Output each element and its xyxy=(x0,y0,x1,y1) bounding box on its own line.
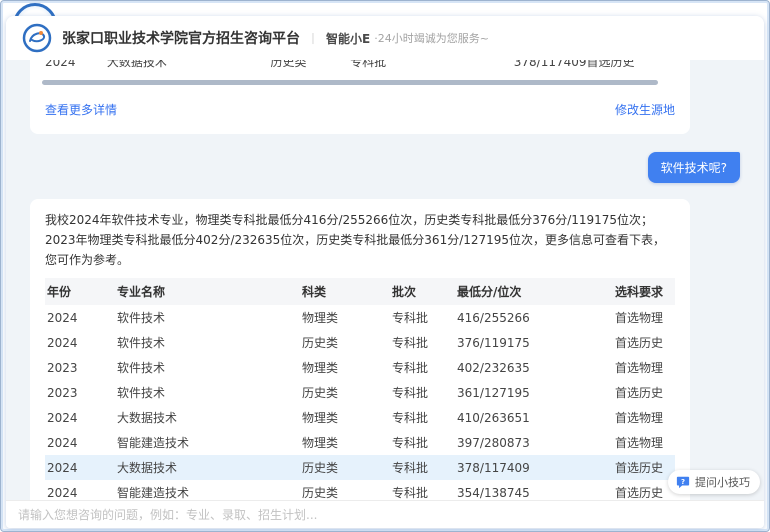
cell-requirement: 首选物理 xyxy=(613,305,675,330)
question-tips-button[interactable]: ? 提问小技巧 xyxy=(668,470,760,494)
cell-score: 410/263651 xyxy=(455,405,613,430)
cell-category: 历史类 xyxy=(300,455,390,480)
cell-batch: 专科批 xyxy=(390,480,455,500)
page-emblem-partial xyxy=(13,3,59,17)
bot-message-card: 我校2024年软件技术专业，物理类专科批最低分416分/255266位次，历史类… xyxy=(30,199,690,500)
admission-score-table: 年份 专业名称 科类 批次 最低分/位次 选科要求 2024 软件技术 物理类 … xyxy=(45,278,675,500)
cell-requirement: 首选历史 xyxy=(613,455,675,480)
previous-message-card: 2024 大数据技术 历史类 专科批 378/117409 首选历史 查看更多详… xyxy=(30,60,690,134)
question-tips-label: 提问小技巧 xyxy=(695,474,750,490)
cell-requirement: 首选物理 xyxy=(613,405,675,430)
cell-major: 智能建造技术 xyxy=(115,480,300,500)
col-header-category: 科类 xyxy=(300,278,390,305)
cell-score: 354/138745 xyxy=(455,480,613,500)
col-header-batch: 批次 xyxy=(390,278,455,305)
cell-batch: 专科批 xyxy=(390,380,455,405)
cell-major: 软件技术 xyxy=(115,305,300,330)
cell-year: 2024 xyxy=(45,455,115,480)
cell-requirement: 首选历史 xyxy=(613,330,675,355)
svg-text:?: ? xyxy=(681,478,685,486)
col-header-major: 专业名称 xyxy=(115,278,300,305)
cell-category: 物理类 xyxy=(300,305,390,330)
user-message-row: 软件技术呢? xyxy=(30,152,740,183)
cell-major: 软件技术 xyxy=(115,355,300,380)
cell-batch: 专科批 xyxy=(390,455,455,480)
cell-category: 历史类 xyxy=(300,480,390,500)
cell-category: 物理类 xyxy=(300,355,390,380)
partial-table-row: 2024 大数据技术 历史类 专科批 378/117409 首选历史 xyxy=(45,60,675,73)
chat-bubble-icon: ? xyxy=(676,475,690,489)
cell-major: 大数据技术 xyxy=(115,405,300,430)
table-horizontal-scrollbar[interactable] xyxy=(42,80,658,85)
col-header-requirement: 选科要求 xyxy=(613,278,675,305)
col-header-year: 年份 xyxy=(45,278,115,305)
cell-major: 大数据技术 xyxy=(107,60,271,73)
table-header-row: 年份 专业名称 科类 批次 最低分/位次 选科要求 xyxy=(45,278,675,305)
cell-score: 378/117409 xyxy=(514,60,587,73)
message-input-bar xyxy=(6,500,764,528)
chat-panel: 张家口职业技术学院官方招生咨询平台 丨 智能小E ·24小时竭诚为您服务~ 20… xyxy=(6,16,764,528)
cell-year: 2024 xyxy=(45,480,115,500)
cell-score: 378/117409 xyxy=(455,455,613,480)
cell-major: 软件技术 xyxy=(115,380,300,405)
cell-batch: 专科批 xyxy=(390,305,455,330)
cell-category: 历史类 xyxy=(300,380,390,405)
cell-year: 2024 xyxy=(45,405,115,430)
cell-score: 361/127195 xyxy=(455,380,613,405)
cell-year: 2024 xyxy=(45,430,115,455)
cell-requirement: 首选物理 xyxy=(613,430,675,455)
cell-year: 2024 xyxy=(45,60,107,73)
cell-major: 软件技术 xyxy=(115,330,300,355)
cell-score: 397/280873 xyxy=(455,430,613,455)
cell-requirement: 首选历史 xyxy=(613,380,675,405)
cell-year: 2023 xyxy=(45,355,115,380)
cell-requirement: 首选物理 xyxy=(613,355,675,380)
cell-year: 2023 xyxy=(45,380,115,405)
cell-requirement: 首选历史 xyxy=(613,480,675,500)
cell-category: 历史类 xyxy=(271,60,351,73)
college-logo-icon xyxy=(22,23,52,53)
user-message-bubble: 软件技术呢? xyxy=(648,152,740,183)
more-details-link[interactable]: 查看更多详情 xyxy=(45,101,117,118)
cell-batch: 专科批 xyxy=(390,405,455,430)
col-header-score: 最低分/位次 xyxy=(455,278,613,305)
title-separator: 丨 xyxy=(307,30,319,47)
bot-message-text: 我校2024年软件技术专业，物理类专科批最低分416分/255266位次，历史类… xyxy=(45,211,675,270)
bot-name: 智能小E xyxy=(326,30,370,47)
message-input[interactable] xyxy=(18,508,752,522)
table-row: 2023 软件技术 历史类 专科批 361/127195 首选历史 xyxy=(45,380,675,405)
table-row: 2024 智能建造技术 物理类 专科批 397/280873 首选物理 xyxy=(45,430,675,455)
cell-batch: 专科批 xyxy=(390,330,455,355)
chat-area: 2024 大数据技术 历史类 专科批 378/117409 首选历史 查看更多详… xyxy=(6,60,764,500)
cell-batch: 专科批 xyxy=(390,355,455,380)
panel-header: 张家口职业技术学院官方招生咨询平台 丨 智能小E ·24小时竭诚为您服务~ xyxy=(6,16,764,60)
modify-origin-link[interactable]: 修改生源地 xyxy=(615,101,675,118)
cell-major: 大数据技术 xyxy=(115,455,300,480)
cell-requirement: 首选历史 xyxy=(587,60,675,73)
cell-batch: 专科批 xyxy=(390,430,455,455)
cell-batch: 专科批 xyxy=(350,60,514,73)
cell-score: 402/232635 xyxy=(455,355,613,380)
table-row: 2024 智能建造技术 历史类 专科批 354/138745 首选历史 xyxy=(45,480,675,500)
cell-year: 2024 xyxy=(45,305,115,330)
cell-score: 416/255266 xyxy=(455,305,613,330)
cell-score: 376/119175 xyxy=(455,330,613,355)
cell-category: 物理类 xyxy=(300,430,390,455)
table-row: 2024 软件技术 历史类 专科批 376/119175 首选历史 xyxy=(45,330,675,355)
platform-title: 张家口职业技术学院官方招生咨询平台 xyxy=(62,28,300,48)
table-row: 2024 软件技术 物理类 专科批 416/255266 首选物理 xyxy=(45,305,675,330)
cell-category: 物理类 xyxy=(300,405,390,430)
cell-year: 2024 xyxy=(45,330,115,355)
table-row-highlighted: 2024 大数据技术 历史类 专科批 378/117409 首选历史 xyxy=(45,455,675,480)
cell-category: 历史类 xyxy=(300,330,390,355)
card-links-row: 查看更多详情 修改生源地 xyxy=(45,101,675,118)
table-row: 2024 大数据技术 物理类 专科批 410/263651 首选物理 xyxy=(45,405,675,430)
service-subtitle: ·24小时竭诚为您服务~ xyxy=(374,30,489,46)
table-row: 2023 软件技术 物理类 专科批 402/232635 首选物理 xyxy=(45,355,675,380)
college-seal-icon xyxy=(13,3,57,17)
cell-major: 智能建造技术 xyxy=(115,430,300,455)
